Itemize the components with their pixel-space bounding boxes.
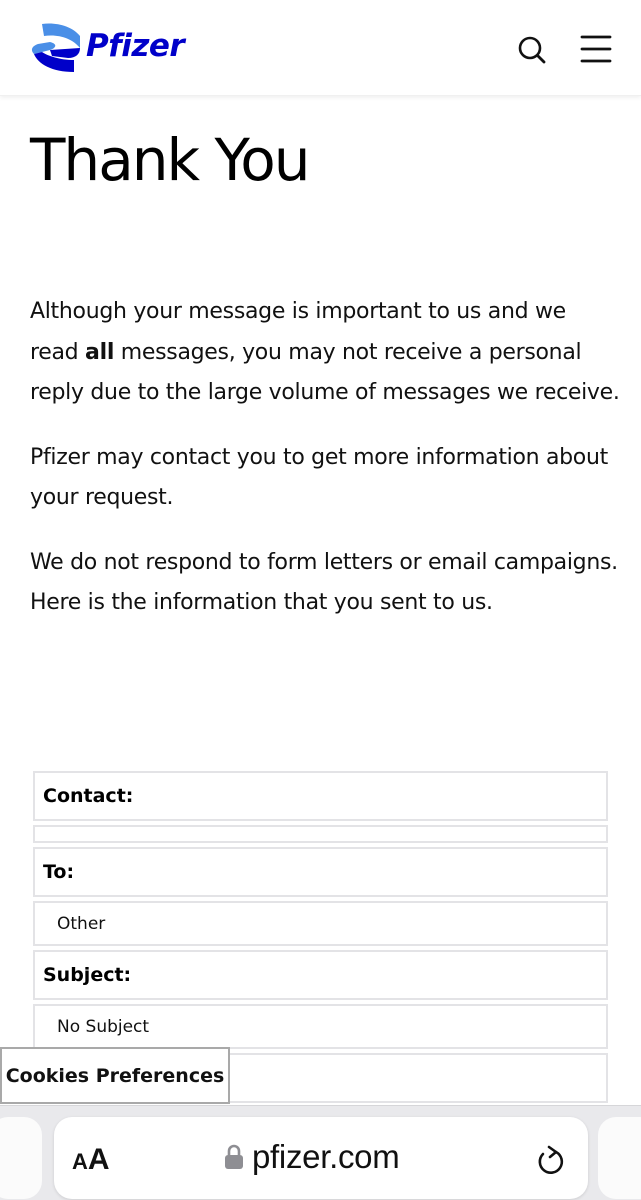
contact-label: Contact: <box>33 771 608 821</box>
hamburger-menu-icon <box>580 35 612 63</box>
text-size-small-glyph: A <box>72 1149 88 1174</box>
lock-icon <box>225 1144 243 1169</box>
previous-tab[interactable] <box>0 1117 42 1199</box>
pfizer-helix-icon <box>31 23 80 72</box>
pfizer-logo[interactable]: Pfizer <box>28 20 188 80</box>
search-button[interactable] <box>512 30 552 70</box>
paragraph-text: messages, you may not receive a personal… <box>30 339 620 406</box>
paragraph-read-all: Although your message is important to us… <box>30 292 620 414</box>
search-icon <box>518 36 546 64</box>
text-size-button[interactable]: AA <box>72 1143 110 1177</box>
cookies-preferences-button[interactable]: Cookies Preferences <box>0 1047 230 1104</box>
text-size-big-glyph: A <box>87 1143 110 1176</box>
brand-name: Pfizer <box>86 28 185 64</box>
contact-value <box>33 825 608 843</box>
url-text: pfizer.com <box>252 1138 400 1175</box>
to-value: Other <box>33 901 608 946</box>
subject-label: Subject: <box>33 950 608 1000</box>
paragraph-form-letters: We do not respond to form letters or ema… <box>30 549 618 616</box>
to-label: To: <box>33 847 608 897</box>
menu-button[interactable] <box>576 30 616 70</box>
subject-value: No Subject <box>33 1004 608 1049</box>
emphasis-all: all <box>85 339 115 365</box>
next-tab[interactable] <box>598 1117 641 1199</box>
reload-icon <box>538 1145 564 1174</box>
page-title: Thank You <box>30 126 310 194</box>
paragraph-contact-info: Pfizer may contact you to get more infor… <box>30 444 608 511</box>
url-display[interactable]: pfizer.com <box>224 1137 400 1177</box>
message-content: Although your message is important to us… <box>30 292 620 648</box>
browser-toolbar: AA pfizer.com <box>0 1105 641 1200</box>
reload-button[interactable] <box>534 1144 568 1178</box>
site-header: Pfizer <box>0 0 641 96</box>
address-bar[interactable]: AA pfizer.com <box>54 1117 588 1199</box>
